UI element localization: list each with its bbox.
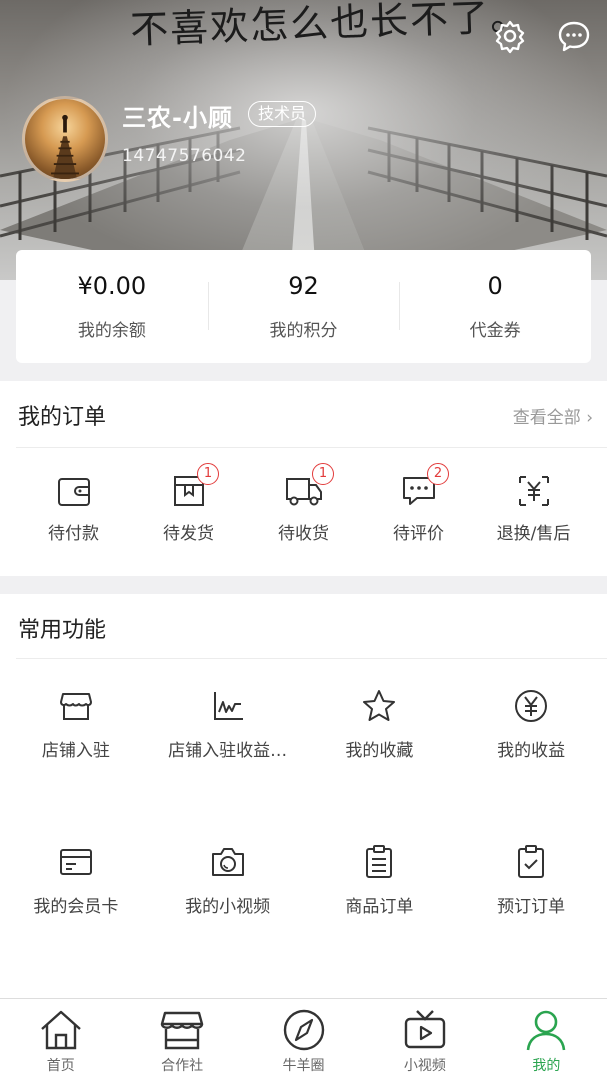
tab-label: 小视频 [403,1058,446,1074]
bottom-tab-bar: 首页 合作社 牛羊圈 小视频 我的 [0,998,607,1080]
function-label: 店铺入驻 [41,741,110,761]
order-pending-receipt[interactable]: 1 待收货 [246,463,361,544]
stat-value: 92 [288,272,319,300]
order-pending-payment[interactable]: 待付款 [16,463,131,544]
function-label: 商品订单 [345,897,414,917]
section-title: 我的订单 [18,405,107,430]
account-stats-card: ¥0.00 我的余额 92 我的积分 0 代金券 [16,250,591,363]
tab-label: 合作社 [161,1058,204,1074]
clipboard-check-icon [518,845,545,878]
function-label: 我的小视频 [185,897,271,917]
order-label: 待付款 [48,524,99,544]
wallet-icon [57,478,90,506]
avatar[interactable] [22,96,108,182]
function-member-card[interactable]: 我的会员卡 [0,814,152,970]
tab-label: 牛羊圈 [282,1058,325,1074]
card-icon [59,849,92,875]
function-store-join[interactable]: 店铺入驻 [0,658,152,814]
avatar-image [51,114,79,179]
stat-label: 我的余额 [77,321,146,341]
function-label: 我的会员卡 [33,897,119,917]
stat-balance[interactable]: ¥0.00 我的余额 [16,250,208,363]
user-icon [527,1010,566,1051]
count-badge: 1 [312,463,334,485]
tab-cooperative[interactable]: 合作社 [121,999,242,1080]
tab-home[interactable]: 首页 [0,999,121,1080]
function-label: 我的收藏 [345,741,414,761]
stat-value: 0 [487,272,503,300]
function-reservation-orders[interactable]: 预订订单 [455,814,607,970]
store-icon [59,693,92,720]
divider [16,447,607,448]
tab-short-video[interactable]: 小视频 [364,999,485,1080]
function-grid: 店铺入驻 店铺入驻收益… 我的收藏 我的收益 我的会员卡 我的小视频 商品订单 … [0,658,607,970]
function-label: 我的收益 [497,741,566,761]
order-pending-shipment[interactable]: 1 待发货 [131,463,246,544]
chart-icon [213,692,243,720]
order-status-row: 待付款 1 待发货 1 待收货 2 待评价 退换/售后 [0,463,607,544]
shop-icon [160,1011,204,1050]
phone-number: 14747576042 [122,146,247,166]
function-my-videos[interactable]: 我的小视频 [152,814,304,970]
clipboard-icon [366,845,393,878]
stat-label: 代金券 [469,321,521,341]
order-label: 待发货 [163,524,214,544]
stat-label: 我的积分 [269,321,338,341]
chat-bubble-icon[interactable] [556,18,592,54]
user-name: 三农-小顾 [122,104,233,132]
star-icon [363,690,396,721]
stat-points[interactable]: 92 我的积分 [207,250,400,363]
tab-label: 我的 [532,1058,561,1074]
function-label: 店铺入驻收益… [168,741,288,761]
refund-icon [518,476,549,506]
section-title: 常用功能 [18,618,107,643]
camera-icon [211,848,244,876]
order-refund-aftersale[interactable]: 退换/售后 [476,463,591,544]
tab-livestock[interactable]: 牛羊圈 [243,999,364,1080]
function-product-orders[interactable]: 商品订单 [304,814,456,970]
order-pending-review[interactable]: 2 待评价 [361,463,476,544]
compass-icon [283,1009,324,1051]
view-all-orders-link[interactable]: 查看全部 › [513,403,593,428]
yen-circle-icon [515,690,548,722]
order-label: 退换/售后 [496,524,571,544]
count-badge: 1 [197,463,219,485]
my-orders-section: 我的订单 查看全部 › 待付款 1 待发货 1 待收货 2 待评价 退换/售后 [0,381,607,576]
count-badge: 2 [427,463,449,485]
function-my-earnings[interactable]: 我的收益 [455,658,607,814]
common-functions-section: 常用功能 店铺入驻 店铺入驻收益… 我的收藏 我的收益 我的会员卡 我的小视频 … [0,594,607,998]
tab-mine[interactable]: 我的 [486,999,607,1080]
function-store-earnings[interactable]: 店铺入驻收益… [152,658,304,814]
gear-icon[interactable] [492,18,528,54]
role-badge: 技术员 [248,101,317,127]
tab-label: 首页 [46,1058,75,1074]
home-icon [40,1010,81,1050]
order-label: 待评价 [393,524,444,544]
function-favorites[interactable]: 我的收藏 [304,658,456,814]
function-label: 预订订单 [497,897,566,917]
tv-icon [404,1010,446,1049]
order-label: 待收货 [278,524,329,544]
stat-vouchers[interactable]: 0 代金券 [399,250,591,363]
profile-header: 不喜欢怎么也长不了。 三农-小顾 技术员 14747576042 [0,0,607,280]
stat-value: ¥0.00 [77,272,147,300]
